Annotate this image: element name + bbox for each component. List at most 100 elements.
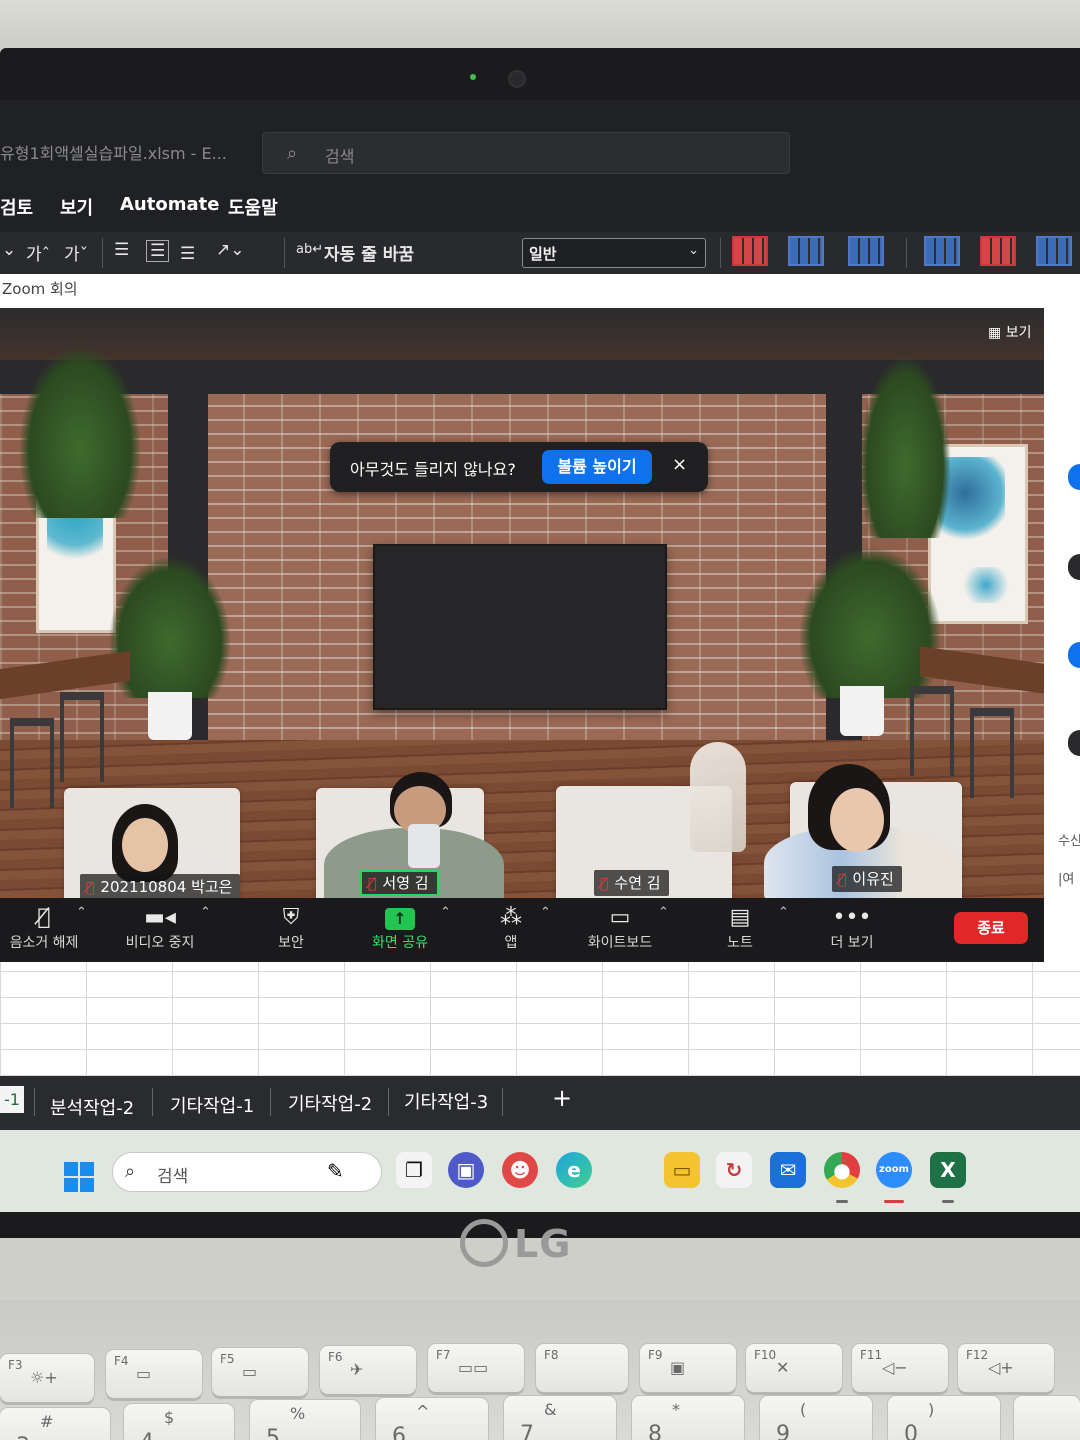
ribbon-tab-automate[interactable]: Automate <box>120 194 219 215</box>
whiteboard-button[interactable]: ▭ 화이트보드 <box>580 904 660 952</box>
ribbon-tabs: 검토 보기 Automate 도움말 <box>0 182 1080 232</box>
chrome-browser-icon[interactable]: ● <box>824 1152 860 1188</box>
increase-volume-button[interactable]: 볼륨 높이기 <box>542 450 652 484</box>
more-label: 더 보기 <box>830 935 874 951</box>
align-middle-icon[interactable]: ☰ <box>146 240 170 262</box>
bar-stool <box>910 686 954 776</box>
share-screen-button[interactable]: ↑ 화면 공유 <box>360 904 440 952</box>
laptop-keyboard: F3 ☼+ F4 ▭ F5 ▭ F6 ✈ F7 ▭▭ F8 F9 ▣ F10 ✕ F11 ◁− … <box>0 1300 1080 1440</box>
key-f7[interactable]: F7 ▭▭ <box>428 1344 524 1392</box>
end-meeting-button[interactable]: 종료 <box>954 912 1028 944</box>
wrap-text-button[interactable]: 자동 줄 바꿈 <box>324 240 414 265</box>
zoom-app-icon[interactable]: zoom <box>876 1152 912 1188</box>
key-f9[interactable]: F9 ▣ <box>640 1344 736 1392</box>
notes-options-caret[interactable]: ⌃ <box>778 904 789 920</box>
key-f10[interactable]: F10 ✕ <box>746 1344 842 1392</box>
key-main-label: 3 <box>16 1434 30 1440</box>
delete-cells-icon[interactable] <box>980 236 1016 266</box>
sheet-tab[interactable]: 기타작업-3 <box>404 1088 488 1114</box>
teams-chat-icon[interactable]: ▣ <box>448 1152 484 1188</box>
key-3[interactable]: #3 <box>0 1408 110 1440</box>
orientation-icon[interactable]: ↗⌄ <box>216 240 245 260</box>
chevron-down-icon[interactable]: ⌄ <box>2 240 16 260</box>
ribbon-tab-view[interactable]: 보기 <box>60 194 93 220</box>
security-button[interactable]: ⛨ 보안 <box>266 904 316 952</box>
key-8[interactable]: * 8 <box>632 1396 744 1440</box>
side-panel-button[interactable] <box>1068 642 1080 668</box>
copilot-icon[interactable]: ☻ <box>502 1152 538 1188</box>
video-options-caret[interactable]: ⌃ <box>200 904 211 920</box>
key-f5[interactable]: F5 ▭ <box>212 1348 308 1396</box>
edge-browser-icon[interactable]: e <box>556 1152 592 1188</box>
font-shrink-button[interactable]: 가ˇ <box>64 240 88 265</box>
side-panel-button[interactable] <box>1068 554 1080 580</box>
windows-start-icon[interactable] <box>64 1162 94 1192</box>
mail-icon[interactable]: ✉ <box>770 1152 806 1188</box>
apps-options-caret[interactable]: ⌃ <box>540 904 551 920</box>
key-f4[interactable]: F4 ▭ <box>106 1350 202 1398</box>
format-cells-icon[interactable] <box>1036 236 1072 266</box>
excel-worksheet-grid[interactable] <box>0 962 1080 1076</box>
ribbon-tab-help[interactable]: 도움말 <box>228 194 278 220</box>
apps-label: 앱 <box>504 935 518 951</box>
key-9[interactable]: (9 <box>760 1396 872 1440</box>
key-4[interactable]: $4 <box>124 1404 234 1440</box>
add-sheet-button[interactable]: + <box>552 1084 572 1112</box>
task-view-icon[interactable]: ❐ <box>396 1152 432 1188</box>
key-shift-label: & <box>544 1400 557 1419</box>
cell-styles-icon[interactable] <box>848 236 884 266</box>
hanging-plant <box>20 348 140 518</box>
close-icon[interactable]: × <box>672 454 687 475</box>
file-explorer-icon[interactable]: ▭ <box>664 1152 700 1188</box>
reader-mode-icon: ▭▭ <box>458 1358 489 1377</box>
key-f11[interactable]: F11 ◁− <box>852 1344 948 1392</box>
key-5[interactable]: % 5 <box>250 1400 360 1440</box>
align-top-icon[interactable]: ☰ <box>114 240 129 260</box>
excel-search-box[interactable]: ⌕ 검색 <box>262 132 790 174</box>
key-6[interactable]: ^ 6 <box>376 1398 488 1440</box>
unmute-button[interactable]: 🎙̸ 음소거 해제 <box>2 904 86 952</box>
side-panel-button[interactable] <box>1068 730 1080 756</box>
audio-options-caret[interactable]: ⌃ <box>76 904 87 920</box>
sheet-tab-divider <box>388 1088 389 1116</box>
side-panel-button[interactable] <box>1068 464 1080 490</box>
taskbar-search-box[interactable]: ⌕ 검색 ✎ <box>112 1152 382 1192</box>
search-icon: ⌕ <box>287 143 298 164</box>
key-0[interactable]: ) 0 <box>888 1396 1000 1440</box>
share-options-caret[interactable]: ⌃ <box>440 904 451 920</box>
key-7[interactable]: & 7 <box>504 1396 616 1440</box>
camera-indicator-light <box>470 74 476 80</box>
conditional-format-icon[interactable] <box>732 236 768 266</box>
sheet-tab[interactable]: 분석작업-2 <box>50 1094 134 1120</box>
apps-button[interactable]: ⁂ 앱 <box>494 904 528 952</box>
stop-video-button[interactable]: ▬◂ 비디오 중지 <box>116 904 204 952</box>
sheet-tab-active[interactable]: -1 <box>0 1086 24 1113</box>
key-label: F5 <box>220 1352 235 1366</box>
grid-icon: ▦ <box>988 325 1006 341</box>
view-toggle-button[interactable]: ▦ 보기 <box>988 322 1031 342</box>
number-format-select[interactable]: 일반 ⌄ <box>522 238 706 268</box>
key-f3[interactable]: F3 ☼+ <box>0 1354 94 1402</box>
sheet-tab-divider <box>270 1088 271 1116</box>
key-minus[interactable] <box>1014 1396 1080 1440</box>
key-f8[interactable]: F8 <box>536 1344 628 1392</box>
wrap-text-icon: ab↵ <box>296 242 324 257</box>
touchpad-icon: ▭ <box>242 1362 258 1381</box>
more-button[interactable]: ••• 더 보기 <box>822 904 882 952</box>
sheet-tab[interactable]: 기타작업-1 <box>170 1092 254 1118</box>
insert-cells-icon[interactable] <box>924 236 960 266</box>
ribbon-tab-review[interactable]: 검토 <box>0 194 33 220</box>
excel-app-icon[interactable]: X <box>930 1152 966 1188</box>
sync-icon[interactable]: ↻ <box>716 1152 752 1188</box>
whiteboard-options-caret[interactable]: ⌃ <box>658 904 669 920</box>
font-grow-button[interactable]: 가ˆ <box>26 240 50 265</box>
notes-button[interactable]: ▤ 노트 <box>718 904 762 952</box>
active-app-indicator <box>884 1200 904 1203</box>
running-app-indicator <box>836 1200 848 1203</box>
sheet-tab[interactable]: 기타작업-2 <box>288 1090 372 1116</box>
key-f6[interactable]: F6 ✈ <box>320 1346 416 1394</box>
key-shift-label: % <box>290 1404 306 1423</box>
align-bottom-icon[interactable]: ☰ <box>180 244 195 264</box>
format-as-table-icon[interactable] <box>788 236 824 266</box>
key-f12[interactable]: F12 ◁+ <box>958 1344 1054 1392</box>
